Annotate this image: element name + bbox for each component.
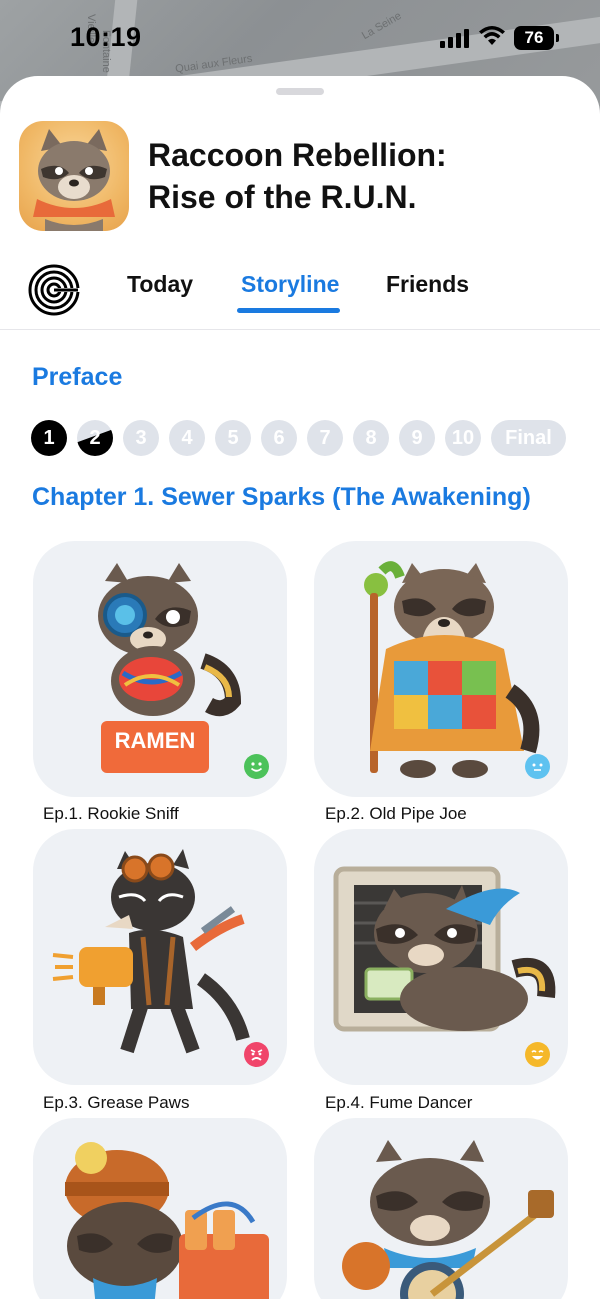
app-title-line1: Raccoon Rebellion:	[148, 137, 447, 173]
episode-label-2: Ep.2. Old Pipe Joe	[325, 804, 467, 823]
wifi-icon	[479, 26, 505, 45]
chapter-dot-7[interactable]: 7	[307, 420, 343, 456]
chapter-dot-6[interactable]: 6	[261, 420, 297, 456]
chapter-dot-final[interactable]: Final	[491, 420, 566, 456]
tab-storyline[interactable]: Storyline	[241, 271, 339, 298]
chapter-dot-5[interactable]: 5	[215, 420, 251, 456]
episode-card-6[interactable]	[314, 1118, 568, 1299]
episode-label-4: Ep.4. Fume Dancer	[325, 1093, 473, 1112]
cellular-signal-icon	[440, 28, 469, 48]
status-bar: 10:19 76	[0, 0, 600, 80]
chapter-title: Chapter 1. Sewer Sparks (The Awakening)	[32, 483, 531, 511]
app-title-line2: Rise of the R.U.N.	[148, 179, 417, 215]
tab-friends[interactable]: Friends	[386, 271, 469, 298]
app-title: Raccoon Rebellion: Rise of the R.U.N.	[148, 134, 447, 218]
bottom-sheet: Raccoon Rebellion: Rise of the R.U.N. To…	[0, 76, 600, 1299]
spiral-logo-icon[interactable]	[28, 264, 80, 316]
laughing-mood-icon	[525, 1042, 550, 1067]
chapter-dot-2[interactable]: 2	[77, 420, 113, 456]
chapter-dot-8[interactable]: 8	[353, 420, 389, 456]
chapter-pager: 1 2 3 4 5 6 7 8 9 10 Final	[31, 420, 566, 456]
chapter-dot-1[interactable]: 1	[31, 420, 67, 456]
ramen-sign-text: RAMEN	[115, 728, 196, 753]
raccoon-illustration	[342, 1140, 554, 1299]
tab-active-indicator	[237, 308, 340, 313]
episode-card-3[interactable]	[33, 829, 287, 1085]
battery-icon: 76	[514, 26, 559, 50]
chapter-dot-3[interactable]: 3	[123, 420, 159, 456]
episode-label-3: Ep.3. Grease Paws	[43, 1093, 190, 1112]
calm-mood-icon	[525, 754, 550, 779]
preface-link[interactable]: Preface	[32, 363, 122, 392]
episode-label-1: Ep.1. Rookie Sniff	[43, 804, 179, 823]
chapter-dot-9[interactable]: 9	[399, 420, 435, 456]
episode-card-2[interactable]	[314, 541, 568, 797]
episode-card-4[interactable]	[314, 829, 568, 1085]
episode-card-1[interactable]: RAMEN	[33, 541, 287, 797]
happy-mood-icon	[244, 754, 269, 779]
sheet-grabber[interactable]	[276, 88, 324, 95]
episode-card-5[interactable]	[33, 1118, 287, 1299]
chapter-dot-10[interactable]: 10	[445, 420, 481, 456]
raccoon-icon	[33, 129, 115, 231]
tab-bar: Today Storyline Friends	[0, 256, 600, 330]
tab-today[interactable]: Today	[127, 271, 193, 298]
angry-mood-icon	[244, 1042, 269, 1067]
chapter-dot-4[interactable]: 4	[169, 420, 205, 456]
app-icon	[19, 121, 129, 231]
raccoon-illustration	[65, 1142, 269, 1299]
status-time: 10:19	[70, 22, 142, 52]
